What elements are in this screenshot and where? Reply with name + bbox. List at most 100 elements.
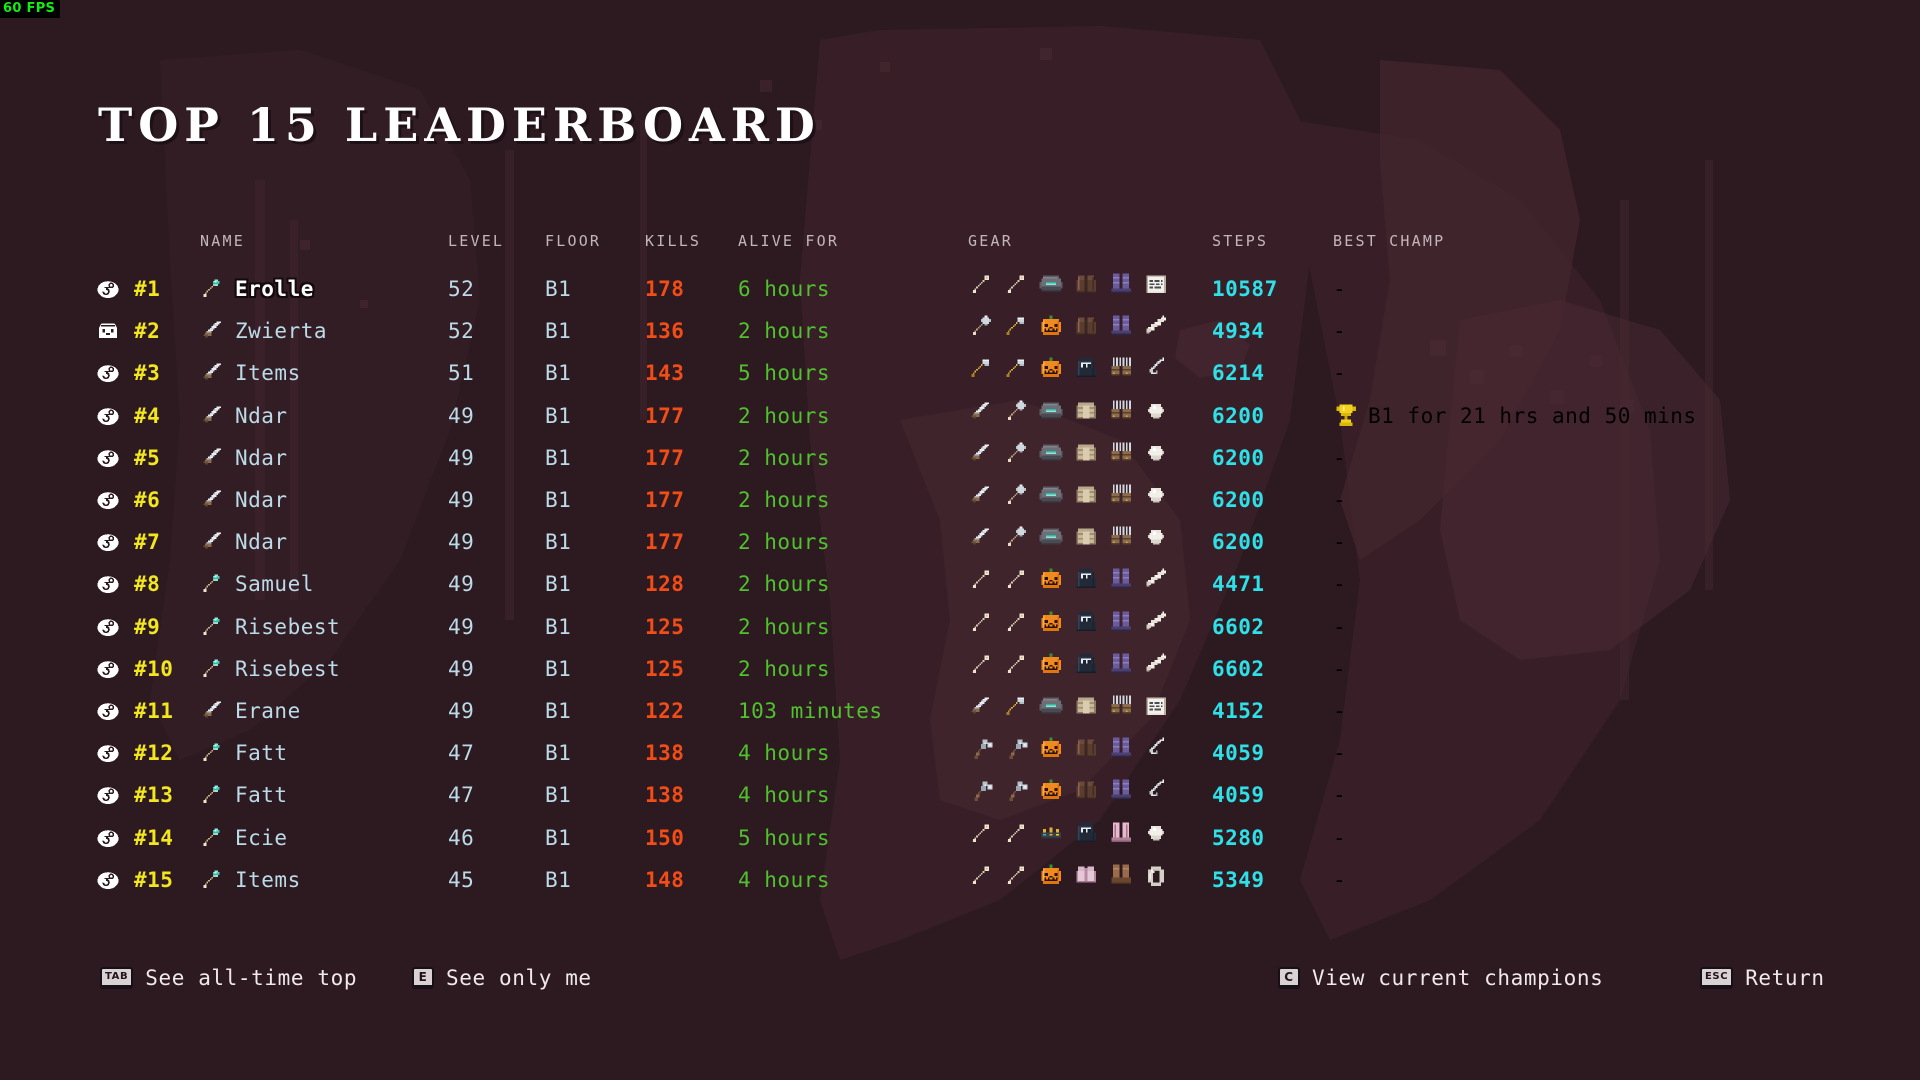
gear-wand-icon[interactable] <box>968 272 994 298</box>
gear-gauntlets-icon[interactable] <box>1108 399 1134 425</box>
player-name-cell[interactable]: Ndar <box>200 521 410 563</box>
gear-boots-purple-icon[interactable] <box>1108 736 1134 762</box>
gear-sword-icon[interactable] <box>968 694 994 720</box>
gear-wand-icon[interactable] <box>1003 610 1029 636</box>
gear-boots-purple-icon[interactable] <box>1108 610 1134 636</box>
gear-helmet-gray-icon[interactable] <box>1038 441 1064 467</box>
gear-axe-icon[interactable] <box>1003 356 1029 382</box>
gear-feather-icon[interactable] <box>1143 567 1169 593</box>
gear-pumpkin-icon[interactable] <box>1038 567 1064 593</box>
player-name-cell[interactable]: Zwierta <box>200 310 410 352</box>
player-name-cell[interactable]: Erane <box>200 690 410 732</box>
gear-mace-icon[interactable] <box>968 314 994 340</box>
table-row[interactable]: #5 Ndar 49 B1 177 2 hours 6200 - <box>0 437 1920 479</box>
gear-hook-icon[interactable] <box>1143 778 1169 804</box>
gear-sword-icon[interactable] <box>968 525 994 551</box>
gear-helmet-gray-icon[interactable] <box>1038 272 1064 298</box>
gear-boots-pink-icon[interactable] <box>1108 821 1134 847</box>
gear-feather-icon[interactable] <box>1143 652 1169 678</box>
table-row[interactable]: #7 Ndar 49 B1 177 2 hours 6200 - <box>0 521 1920 563</box>
gear-wand-icon[interactable] <box>1003 567 1029 593</box>
key-e-icon[interactable]: E <box>412 967 434 989</box>
gear-hood-dark-icon[interactable] <box>1073 652 1099 678</box>
table-row[interactable]: #9 Risebest 49 B1 125 2 hours 6602 - <box>0 606 1920 648</box>
gear-crown-icon[interactable] <box>1038 821 1064 847</box>
player-name-cell[interactable]: Samuel <box>200 563 410 605</box>
gear-book-icon[interactable] <box>1143 272 1169 298</box>
gear-hood-dark-icon[interactable] <box>1073 356 1099 382</box>
table-row[interactable]: #1 Erolle 52 B1 178 6 hours 10587 - <box>0 268 1920 310</box>
gear-flail-icon[interactable] <box>968 778 994 804</box>
footer-action-see-all-time-top[interactable]: TAB See all-time top <box>100 966 357 990</box>
player-name-cell[interactable]: Risebest <box>200 648 410 690</box>
gear-helmet-gray-icon[interactable] <box>1038 525 1064 551</box>
gear-wand-icon[interactable] <box>968 652 994 678</box>
gear-wand-icon[interactable] <box>1003 652 1029 678</box>
gear-orb-icon[interactable] <box>1143 525 1169 551</box>
gear-flail-icon[interactable] <box>1003 736 1029 762</box>
table-row[interactable]: #14 Ecie 46 B1 150 5 hours 5280 - <box>0 817 1920 859</box>
gear-boots-purple-icon[interactable] <box>1108 314 1134 340</box>
table-row[interactable]: #13 Fatt 47 B1 138 4 hours 4059 - <box>0 774 1920 816</box>
table-row[interactable]: #8 Samuel 49 B1 128 2 hours 4471 - <box>0 563 1920 605</box>
gear-pumpkin-icon[interactable] <box>1038 652 1064 678</box>
gear-armor-tan-icon[interactable] <box>1073 694 1099 720</box>
gear-armor-brown-icon[interactable] <box>1073 314 1099 340</box>
gear-gauntlets-icon[interactable] <box>1108 441 1134 467</box>
gear-wand-icon[interactable] <box>968 567 994 593</box>
footer-action-return[interactable]: ESC Return <box>1700 966 1825 990</box>
table-row[interactable]: #12 Fatt 47 B1 138 4 hours 4059 - <box>0 732 1920 774</box>
gear-sword-icon[interactable] <box>968 441 994 467</box>
gear-sword-icon[interactable] <box>968 483 994 509</box>
gear-boots-purple-icon[interactable] <box>1108 778 1134 804</box>
key-tab-icon[interactable]: TAB <box>100 967 134 989</box>
gear-helmet-gray-icon[interactable] <box>1038 483 1064 509</box>
gear-wand-icon[interactable] <box>1003 272 1029 298</box>
gear-pumpkin-icon[interactable] <box>1038 314 1064 340</box>
gear-mace-icon[interactable] <box>1003 483 1029 509</box>
gear-helmet-gray-icon[interactable] <box>1038 694 1064 720</box>
player-name-cell[interactable]: Ndar <box>200 437 410 479</box>
table-row[interactable]: #4 Ndar 49 B1 177 2 hours 6200 B1 for 21… <box>0 395 1920 437</box>
gear-armor-brown-icon[interactable] <box>1073 778 1099 804</box>
gear-wand-icon[interactable] <box>1003 821 1029 847</box>
gear-armor-brown-icon[interactable] <box>1073 272 1099 298</box>
gear-wand-icon[interactable] <box>1003 863 1029 889</box>
table-row[interactable]: #11 Erane 49 B1 122 103 minutes 4152 - <box>0 690 1920 732</box>
player-name-cell[interactable]: Ecie <box>200 817 410 859</box>
gear-flail-icon[interactable] <box>968 736 994 762</box>
gear-armor-tan-icon[interactable] <box>1073 399 1099 425</box>
gear-axe-icon[interactable] <box>1003 694 1029 720</box>
gear-pumpkin-icon[interactable] <box>1038 356 1064 382</box>
player-name-cell[interactable]: Fatt <box>200 774 410 816</box>
gear-boots-purple-icon[interactable] <box>1108 652 1134 678</box>
gear-gauntlets-icon[interactable] <box>1108 356 1134 382</box>
footer-action-view-current-champions[interactable]: C View current champions <box>1278 966 1603 990</box>
player-name-cell[interactable]: Risebest <box>200 606 410 648</box>
player-name-cell[interactable]: Items <box>200 352 410 394</box>
gear-ring-icon[interactable] <box>1143 863 1169 889</box>
gear-feather-icon[interactable] <box>1143 314 1169 340</box>
gear-armor-tan-icon[interactable] <box>1073 483 1099 509</box>
gear-axe-icon[interactable] <box>968 356 994 382</box>
key-c-icon[interactable]: C <box>1278 967 1300 989</box>
table-row[interactable]: #3 Items 51 B1 143 5 hours 6214 - <box>0 352 1920 394</box>
gear-sword-icon[interactable] <box>968 399 994 425</box>
gear-gauntlets-icon[interactable] <box>1108 694 1134 720</box>
gear-wand-icon[interactable] <box>968 821 994 847</box>
table-row[interactable]: #6 Ndar 49 B1 177 2 hours 6200 - <box>0 479 1920 521</box>
gear-hood-dark-icon[interactable] <box>1073 567 1099 593</box>
gear-boots-purple-icon[interactable] <box>1108 272 1134 298</box>
gear-boots-brown-icon[interactable] <box>1108 863 1134 889</box>
player-name-cell[interactable]: Ndar <box>200 395 410 437</box>
gear-axe-icon[interactable] <box>1003 314 1029 340</box>
gear-orb-icon[interactable] <box>1143 483 1169 509</box>
gear-mace-icon[interactable] <box>1003 441 1029 467</box>
gear-orb-icon[interactable] <box>1143 821 1169 847</box>
player-name-cell[interactable]: Ndar <box>200 479 410 521</box>
table-row[interactable]: #10 Risebest 49 B1 125 2 hours 6602 - <box>0 648 1920 690</box>
player-name-cell[interactable]: Items <box>200 859 410 901</box>
gear-wand-icon[interactable] <box>968 610 994 636</box>
gear-hook-icon[interactable] <box>1143 736 1169 762</box>
gear-orb-icon[interactable] <box>1143 441 1169 467</box>
